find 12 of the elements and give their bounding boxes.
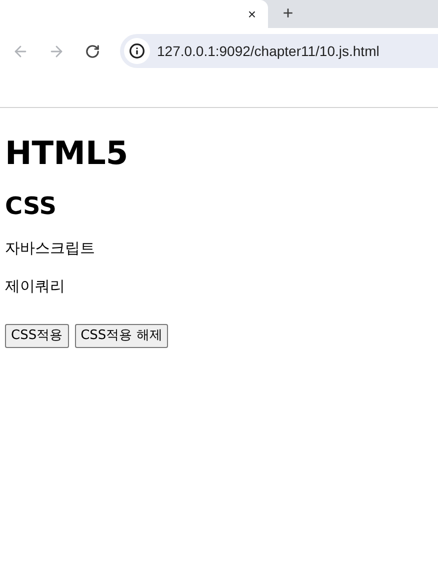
paragraph-text: 제이쿼리	[5, 276, 65, 296]
action-button[interactable]: CSS적용	[5, 324, 69, 348]
site-info-icon[interactable]	[124, 38, 150, 64]
address-bar[interactable]: 127.0.0.1:9092/chapter11/10.js.html	[120, 34, 438, 68]
paragraph-text: 자바스크립트	[5, 238, 95, 258]
page-subheading: CSS	[5, 192, 57, 220]
url-text: 127.0.0.1:9092/chapter11/10.js.html	[157, 42, 380, 61]
action-button[interactable]: CSS적용 해제	[74, 324, 168, 348]
page-heading: HTML5	[5, 135, 128, 172]
browser-tab[interactable]: ×	[0, 0, 268, 28]
new-tab-button[interactable]: +	[280, 4, 296, 22]
close-tab-button[interactable]: ×	[244, 6, 260, 22]
